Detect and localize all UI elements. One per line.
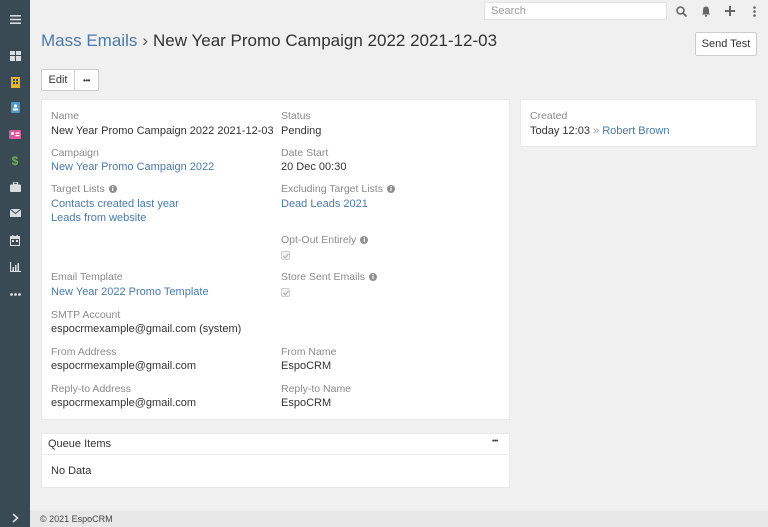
- svg-text:$: $: [12, 154, 19, 166]
- queue-items-panel: [41, 433, 510, 488]
- name-label: Name: [51, 110, 80, 122]
- reply-to-name-value: EspoCRM: [281, 397, 332, 409]
- emails-icon[interactable]: [0, 201, 30, 225]
- vertical-dots-icon[interactable]: [744, 2, 764, 20]
- campaign-label: Campaign: [51, 147, 99, 159]
- info-icon[interactable]: i: [386, 185, 395, 193]
- target-list-link[interactable]: Leads from website: [51, 212, 146, 224]
- store-sent-emails-label: Store Sent Emails: [281, 271, 366, 283]
- dashboard-icon[interactable]: [0, 44, 30, 68]
- store-sent-emails-checkbox: [281, 288, 290, 297]
- sidebar: $: [0, 0, 30, 527]
- breadcrumb: Mass Emails › New Year Promo Campaign 2022…: [41, 31, 497, 51]
- reply-to-name-label: Reply-to Name: [281, 383, 352, 395]
- smtp-account-value: espocrmexample@gmail.com (system): [51, 323, 242, 335]
- leads-icon[interactable]: [0, 122, 30, 146]
- info-icon[interactable]: i: [360, 236, 369, 244]
- empty-state-text: No Data: [51, 465, 92, 477]
- edit-button[interactable]: Edit: [41, 69, 75, 91]
- date-start-label: Date Start: [281, 147, 329, 159]
- queue-items-menu-button[interactable]: •••: [492, 438, 498, 445]
- menu-icon[interactable]: [0, 7, 30, 31]
- info-icon[interactable]: i: [108, 185, 117, 193]
- calendar-icon[interactable]: [0, 228, 30, 252]
- from-address-value: espocrmexample@gmail.com: [51, 360, 197, 372]
- cases-icon[interactable]: [0, 175, 30, 199]
- smtp-account-label: SMTP Account: [51, 309, 121, 321]
- email-template-link[interactable]: New Year 2022 Promo Template: [51, 286, 209, 298]
- status-label: Status: [281, 110, 311, 122]
- created-value: Today 12:03 » Robert Brown: [530, 125, 669, 137]
- expand-icon[interactable]: [0, 506, 30, 527]
- excluding-target-list-link[interactable]: Dead Leads 2021: [281, 198, 368, 210]
- created-separator: »: [593, 125, 600, 137]
- excluding-target-lists-label-row: Excluding Target Lists i: [281, 183, 395, 195]
- reports-icon[interactable]: [0, 255, 30, 279]
- reply-to-address-value: espocrmexample@gmail.com: [51, 397, 197, 409]
- search-input[interactable]: [484, 2, 667, 20]
- more-actions-button[interactable]: •••: [74, 69, 99, 91]
- plus-icon[interactable]: [720, 2, 740, 20]
- opt-out-entirely-label: Opt-Out Entirely: [281, 234, 357, 246]
- breadcrumb-separator: ›: [142, 31, 149, 50]
- from-name-label: From Name: [281, 346, 337, 358]
- footer: © 2021 EspoCRM: [30, 511, 768, 527]
- target-list-link[interactable]: Contacts created last year: [51, 198, 179, 210]
- status-value: Pending: [281, 125, 322, 137]
- email-template-label: Email Template: [51, 271, 123, 283]
- created-time: Today 12:03: [530, 125, 590, 137]
- from-address-label: From Address: [51, 346, 117, 358]
- opportunities-icon[interactable]: $: [0, 148, 30, 172]
- excluding-target-lists-label: Excluding Target Lists: [281, 183, 383, 195]
- date-start-value: 20 Dec 00:30: [281, 161, 347, 173]
- opt-out-entirely-checkbox: [281, 251, 290, 260]
- side-panel: [520, 99, 757, 147]
- divider: [42, 454, 509, 455]
- accounts-icon[interactable]: [0, 70, 30, 94]
- queue-items-title: Queue Items: [48, 438, 111, 450]
- created-by-user-link[interactable]: Robert Brown: [602, 125, 669, 137]
- created-label: Created: [530, 110, 568, 122]
- copyright-text: © 2021 EspoCRM: [40, 514, 113, 524]
- name-value: New Year Promo Campaign 2022 2021-12-03: [51, 125, 274, 137]
- campaign-link[interactable]: New Year Promo Campaign 2022: [51, 161, 214, 173]
- info-icon[interactable]: i: [369, 273, 378, 281]
- target-lists-label: Target Lists: [51, 183, 105, 195]
- target-lists-label-row: Target Lists i: [51, 183, 117, 195]
- search-icon[interactable]: [671, 2, 691, 20]
- from-name-value: EspoCRM: [281, 360, 332, 372]
- breadcrumb-scope-link[interactable]: Mass Emails: [41, 31, 137, 50]
- send-test-button[interactable]: Send Test: [695, 32, 757, 56]
- page-title: New Year Promo Campaign 2022 2021-12-03: [153, 31, 498, 50]
- opt-out-label-row: Opt-Out Entirely i: [281, 234, 369, 246]
- more-icon[interactable]: [0, 282, 30, 306]
- bell-icon[interactable]: [696, 2, 716, 20]
- store-sent-label-row: Store Sent Emails i: [281, 271, 378, 283]
- reply-to-address-label: Reply-to Address: [51, 383, 131, 395]
- contacts-icon[interactable]: [0, 95, 30, 119]
